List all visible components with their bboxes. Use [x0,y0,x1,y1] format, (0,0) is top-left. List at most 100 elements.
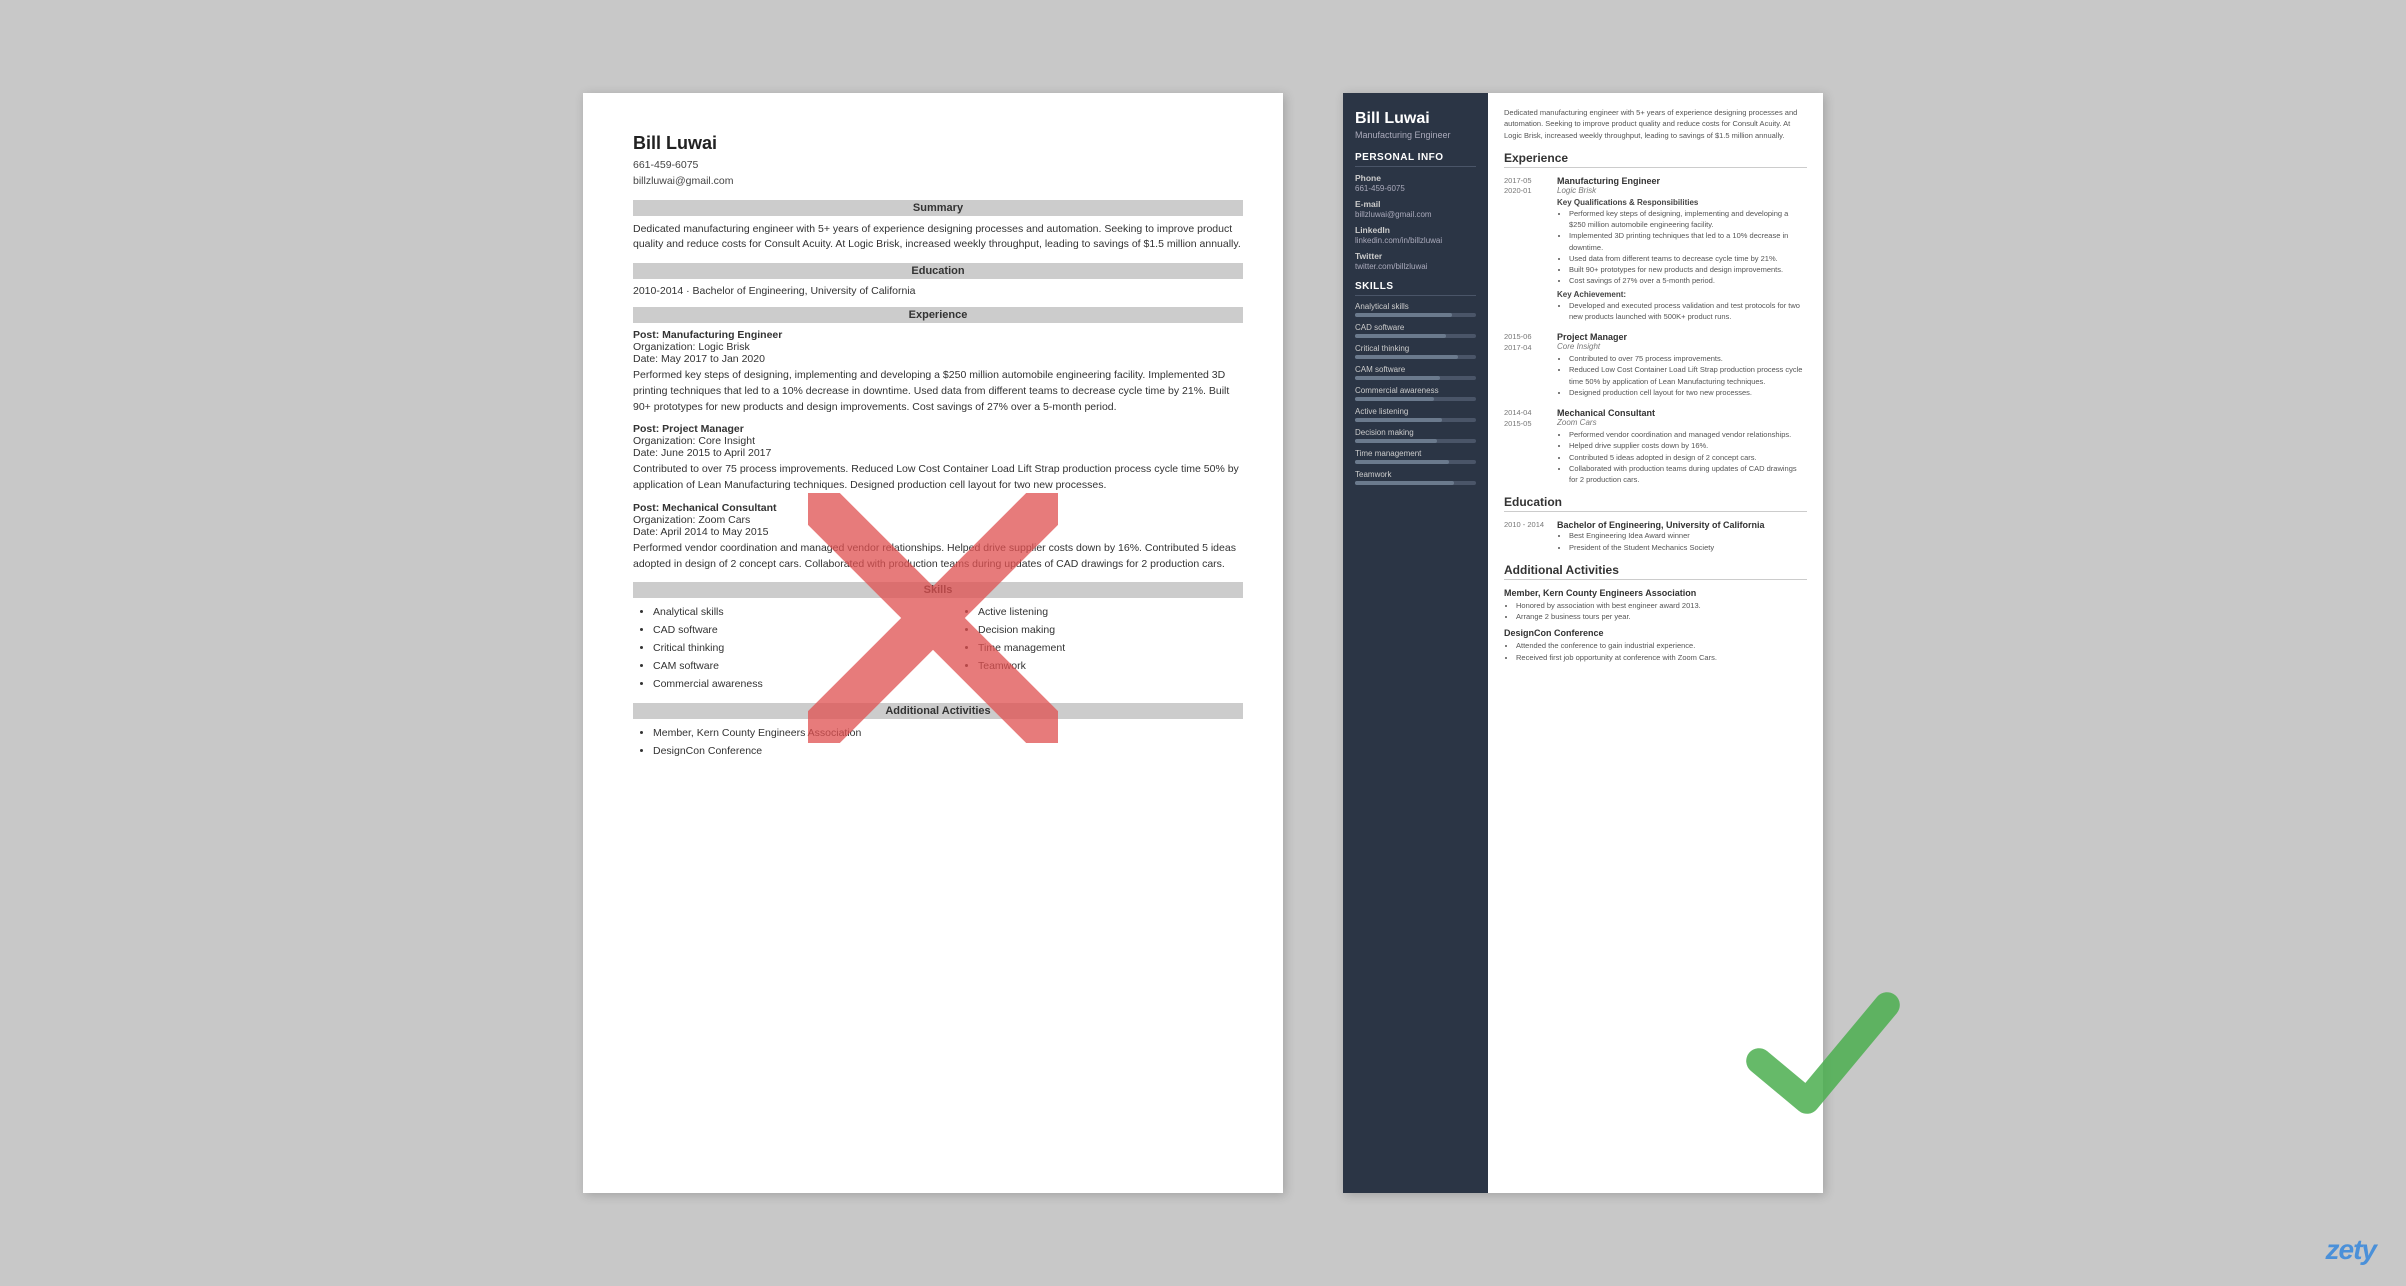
edu-degree: Bachelor of Engineering, University of C… [1557,520,1807,530]
skills-columns: Analytical skills CAD software Critical … [633,604,1243,693]
skill-bar-bg [1355,376,1476,380]
exp2-post: Post: Project Manager [633,423,1243,435]
skill-1-5: Commercial awareness [653,676,918,694]
skill-item: Active listening [1355,407,1476,422]
exp-dates: 2015-062017-04 [1504,332,1549,398]
skill-name: Critical thinking [1355,344,1476,353]
add-act-title: Member, Kern County Engineers Associatio… [1504,588,1807,598]
exp-qual-item: Helped drive supplier costs down by 16%. [1569,440,1807,451]
exp-ach-list: Developed and executed process validatio… [1557,300,1807,323]
add-act-list-item: Arrange 2 business tours per year. [1516,611,1807,622]
add-act-list-item: Honored by association with best enginee… [1516,600,1807,611]
skills-list-2: Active listening Decision making Time ma… [958,604,1243,675]
skill-bar-fill [1355,355,1458,359]
exp-qual-item: Performed vendor coordination and manage… [1569,429,1807,440]
skill-1-1: Analytical skills [653,604,918,622]
exp-company: Zoom Cars [1557,418,1807,427]
left-email: billzluwai@gmail.com [633,174,1243,190]
resume-right: Bill Luwai Manufacturing Engineer Person… [1343,93,1823,1193]
summary-right: Dedicated manufacturing engineer with 5+… [1504,107,1807,141]
exp3-org: Organization: Zoom Cars [633,514,1243,526]
add-act-list: Attended the conference to gain industri… [1504,640,1807,663]
add-act-title: DesignCon Conference [1504,628,1807,638]
summary-text: Dedicated manufacturing engineer with 5+… [633,222,1243,254]
skill-2-2: Decision making [978,622,1243,640]
skill-item: Commercial awareness [1355,386,1476,401]
add-act-item: Member, Kern County Engineers Associatio… [1504,588,1807,623]
exp-ach-title: Key Achievement: [1557,290,1807,299]
additional-header: Additional Activities [633,703,1243,719]
exp2-org: Organization: Core Insight [633,435,1243,447]
resume-left: Bill Luwai 661-459-6075 billzluwai@gmail… [583,93,1283,1193]
skills-list-1: Analytical skills CAD software Critical … [633,604,918,693]
skill-bar-fill [1355,481,1454,485]
skill-bar-bg [1355,418,1476,422]
exp1-body: Performed key steps of designing, implem… [633,368,1243,415]
experience-title: Experience [1504,151,1807,168]
education-title: Education [1504,495,1807,512]
exp-dates: 2014-042015-05 [1504,408,1549,485]
skill-item: Critical thinking [1355,344,1476,359]
skill-2-3: Time management [978,640,1243,658]
skill-item: Teamwork [1355,470,1476,485]
skill-name: CAD software [1355,323,1476,332]
skill-1-2: CAD software [653,622,918,640]
exp2-post-label: Post: Project Manager [633,423,744,435]
skill-name: CAM software [1355,365,1476,374]
left-name: Bill Luwai [633,133,1243,154]
resume-sidebar: Bill Luwai Manufacturing Engineer Person… [1343,93,1488,1193]
skill-1-4: CAM software [653,658,918,676]
zety-logo: zety [2326,1234,2376,1266]
email-label: E-mail [1355,199,1476,209]
edu-list: Best Engineering Idea Award winnerPresid… [1557,530,1807,553]
exp-job-title: Mechanical Consultant [1557,408,1807,418]
skill-bar-bg [1355,481,1476,485]
right-name: Bill Luwai [1355,109,1476,128]
exp-company: Logic Brisk [1557,186,1807,195]
exp1-date: Date: May 2017 to Jan 2020 [633,353,1243,365]
additional-item-1: Member, Kern County Engineers Associatio… [653,725,1243,743]
skill-bar-bg [1355,397,1476,401]
skill-2-4: Teamwork [978,658,1243,676]
edu-item: 2010 - 2014 Bachelor of Engineering, Uni… [1504,520,1807,553]
exp-job-title: Manufacturing Engineer [1557,176,1807,186]
exp-qual-item: Contributed 5 ideas adopted in design of… [1569,452,1807,463]
skills-header: Skills [633,582,1243,598]
phone-label: Phone [1355,173,1476,183]
exp2-org-text: Organization: Core Insight [633,435,755,447]
additional-item-2: DesignCon Conference [653,743,1243,761]
skill-name: Decision making [1355,428,1476,437]
skill-item: Analytical skills [1355,302,1476,317]
exp3-post: Post: Mechanical Consultant [633,502,1243,514]
exp-qual-list: Contributed to over 75 process improveme… [1557,353,1807,398]
skill-bar-bg [1355,439,1476,443]
add-act-list-item: Attended the conference to gain industri… [1516,640,1807,651]
skill-bar-fill [1355,439,1437,443]
exp-details: Manufacturing Engineer Logic Brisk Key Q… [1557,176,1807,322]
skill-name: Commercial awareness [1355,386,1476,395]
exp3-date-text: Date: April 2014 to May 2015 [633,526,768,538]
personal-info-title: Personal Info [1355,152,1476,167]
exp-qual-item: Used data from different teams to decrea… [1569,253,1807,264]
exp-qual-item: Contributed to over 75 process improveme… [1569,353,1807,364]
exp1-post-label: Post: Manufacturing Engineer [633,329,782,341]
exp-qual-item: Implemented 3D printing techniques that … [1569,230,1807,253]
skill-bar-fill [1355,460,1449,464]
skill-item: Time management [1355,449,1476,464]
exp-qual-item: Reduced Low Cost Container Load Lift Str… [1569,364,1807,387]
education-entry: 2010-2014 · Bachelor of Engineering, Uni… [633,285,1243,297]
skills-title: Skills [1355,281,1476,296]
exp-qual-list: Performed key steps of designing, implem… [1557,208,1807,287]
right-title: Manufacturing Engineer [1355,130,1476,140]
exp-qual-item: Designed production cell layout for two … [1569,387,1807,398]
skill-bar-bg [1355,355,1476,359]
skills-bars: Analytical skills CAD software Critical … [1355,302,1476,485]
skill-item: CAD software [1355,323,1476,338]
exp-job-title: Project Manager [1557,332,1807,342]
edu-list-item: President of the Student Mechanics Socie… [1569,542,1807,553]
skill-1-3: Critical thinking [653,640,918,658]
summary-header: Summary [633,200,1243,216]
exp2-date-text: Date: June 2015 to April 2017 [633,447,771,459]
exp3-body: Performed vendor coordination and manage… [633,541,1243,573]
exp3-date: Date: April 2014 to May 2015 [633,526,1243,538]
